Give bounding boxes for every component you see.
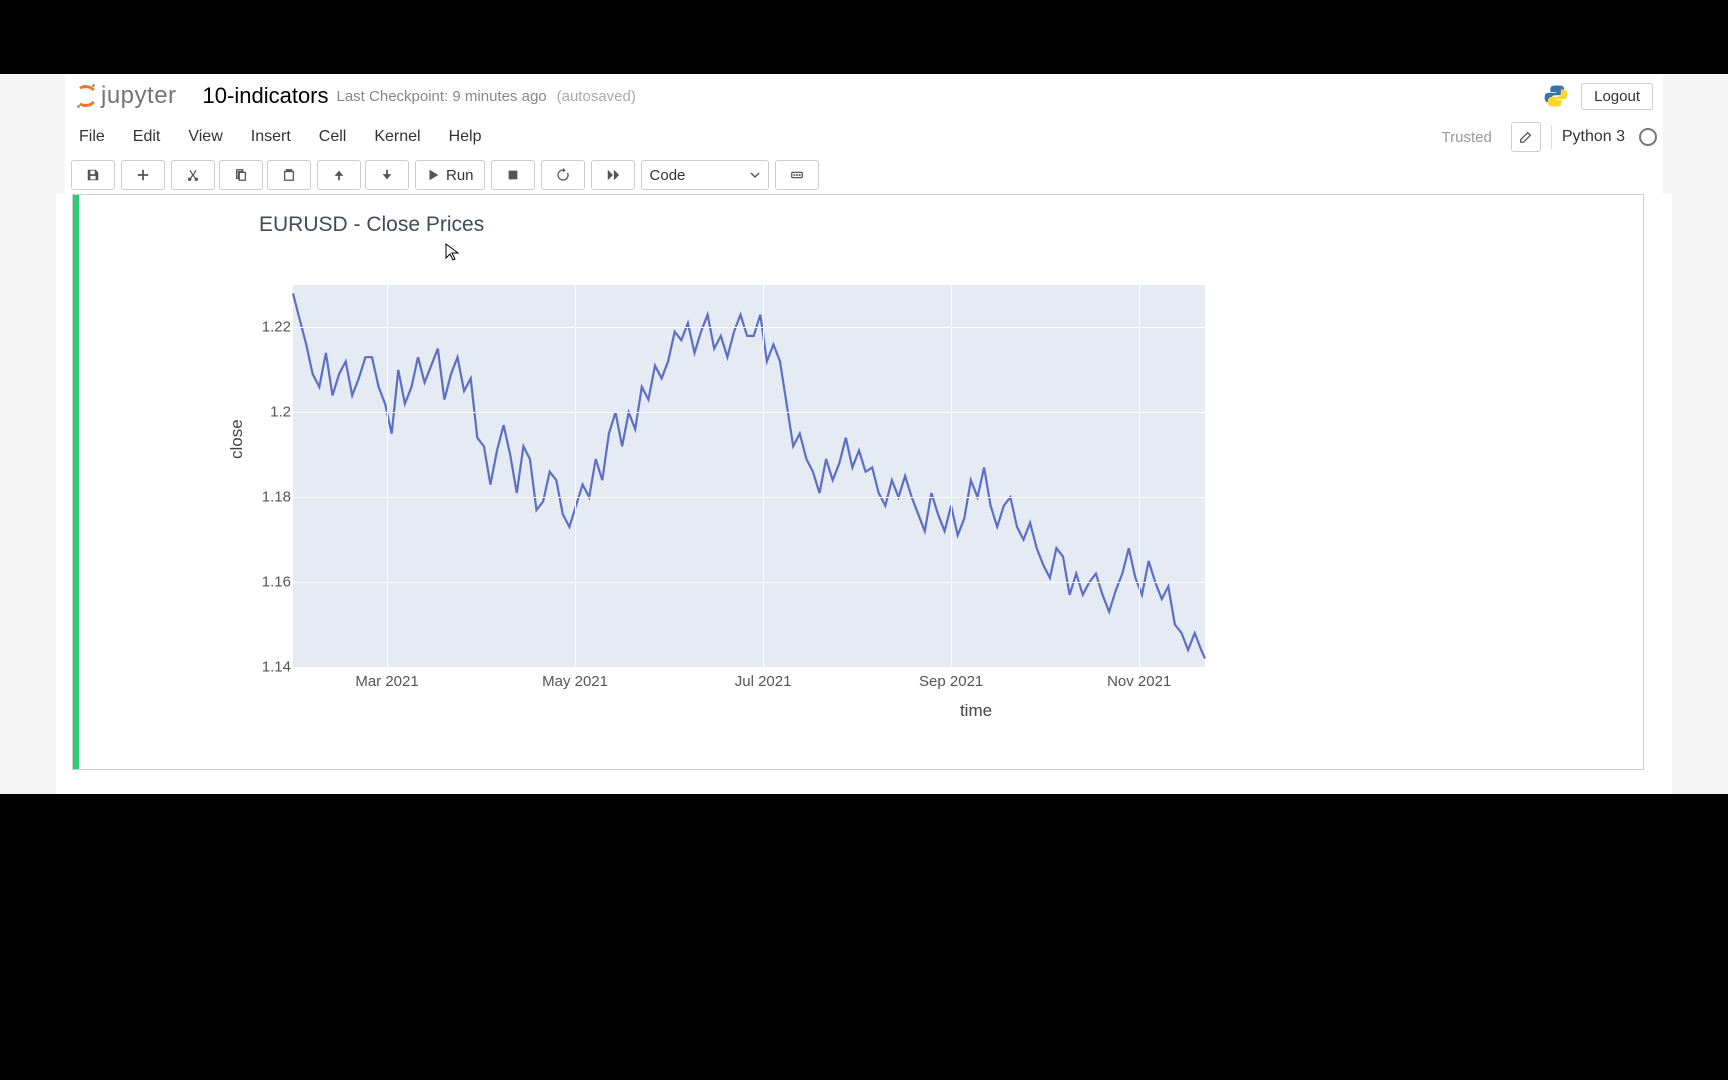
y-tick-label: 1.16 [241, 574, 291, 591]
trusted-indicator[interactable]: Trusted [1433, 125, 1501, 150]
python-kernel-icon [1543, 83, 1569, 109]
notebook-body: EURUSD - Close Prices 1.14 1.16 1.18 1.2 1.2… [56, 194, 1672, 794]
copy-button[interactable] [219, 160, 263, 190]
y-axis-label: close [227, 419, 247, 459]
menu-file[interactable]: File [65, 118, 119, 156]
code-cell[interactable]: EURUSD - Close Prices 1.14 1.16 1.18 1.2 1.2… [72, 194, 1644, 770]
insert-cell-button[interactable] [121, 160, 165, 190]
kernel-idle-icon [1639, 128, 1657, 146]
toolbar: Run Code [65, 156, 1663, 195]
chevron-down-icon [750, 170, 760, 180]
y-tick-label: 1.2 [241, 404, 291, 421]
x-tick-label: May 2021 [542, 673, 608, 690]
divider [1551, 125, 1552, 149]
x-tick-label: Mar 2021 [355, 673, 418, 690]
save-button[interactable] [71, 160, 115, 190]
cut-button[interactable] [171, 160, 215, 190]
mouse-cursor-icon [445, 243, 459, 264]
cell-type-select[interactable]: Code [641, 160, 769, 190]
run-button[interactable]: Run [415, 160, 485, 190]
autosaved-text: (autosaved) [557, 88, 636, 105]
menu-kernel[interactable]: Kernel [360, 118, 434, 156]
jupyter-logo-icon [75, 85, 97, 107]
interrupt-button[interactable] [491, 160, 535, 190]
jupyter-logo[interactable]: jupyter [75, 82, 177, 110]
chart-plot-area[interactable] [293, 285, 1205, 667]
x-axis-label: time [79, 701, 1643, 721]
cell-type-value: Code [650, 167, 686, 184]
checkpoint-text: Last Checkpoint: 9 minutes ago [337, 88, 547, 105]
run-button-label: Run [446, 167, 474, 184]
x-tick-label: Sep 2021 [919, 673, 983, 690]
jupyter-logo-text: jupyter [101, 82, 177, 110]
menu-help[interactable]: Help [435, 118, 496, 156]
logout-button[interactable]: Logout [1581, 83, 1653, 110]
restart-button[interactable] [541, 160, 585, 190]
y-tick-label: 1.22 [241, 319, 291, 336]
edit-mode-icon[interactable] [1511, 122, 1541, 152]
menu-view[interactable]: View [174, 118, 236, 156]
cell-output: EURUSD - Close Prices 1.14 1.16 1.18 1.2 1.2… [79, 195, 1643, 769]
menu-bar: File Edit View Insert Cell Kernel Help T… [65, 118, 1663, 157]
y-tick-label: 1.14 [241, 659, 291, 676]
restart-run-all-button[interactable] [591, 160, 635, 190]
kernel-name[interactable]: Python 3 [1562, 128, 1625, 146]
menu-cell[interactable]: Cell [305, 118, 361, 156]
menu-edit[interactable]: Edit [119, 118, 175, 156]
jupyter-page: jupyter 10-indicators Last Checkpoint: 9… [0, 74, 1728, 794]
move-down-button[interactable] [365, 160, 409, 190]
notebook-header: jupyter 10-indicators Last Checkpoint: 9… [65, 74, 1663, 119]
chart-title: EURUSD - Close Prices [259, 213, 484, 237]
paste-button[interactable] [267, 160, 311, 190]
move-up-button[interactable] [317, 160, 361, 190]
y-tick-label: 1.18 [241, 489, 291, 506]
command-palette-button[interactable] [775, 160, 819, 190]
x-tick-label: Jul 2021 [735, 673, 792, 690]
line-series [293, 285, 1205, 667]
menu-insert[interactable]: Insert [237, 118, 305, 156]
x-tick-label: Nov 2021 [1107, 673, 1171, 690]
notebook-title[interactable]: 10-indicators [203, 83, 329, 109]
